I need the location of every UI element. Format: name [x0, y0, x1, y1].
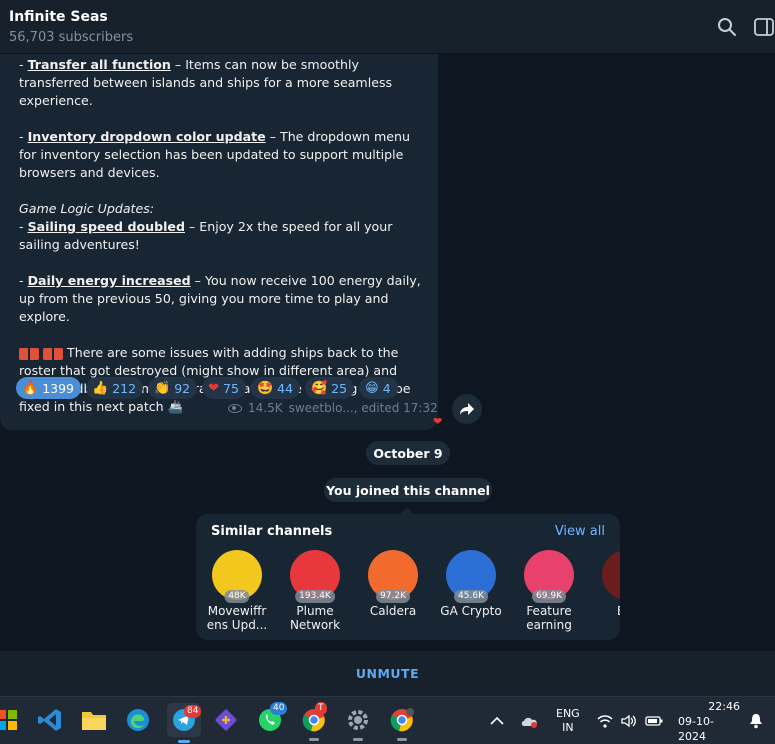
channel-member-count: 97.2K [376, 590, 410, 603]
channel-member-count: 69.9K [532, 590, 566, 603]
channel-avatar: 69.9K [524, 550, 574, 603]
reaction-emoji-icon: 🔥 [22, 380, 39, 396]
chrome-profile-icon[interactable] [387, 705, 417, 741]
similar-channel-item[interactable]: 48K Movewiffr ens Upd... [200, 550, 274, 632]
git-client-icon[interactable] [211, 705, 241, 735]
channel-avatar: 45.6K [446, 550, 496, 603]
whatsapp-icon[interactable]: 40 [255, 702, 288, 735]
notifications-bell-icon[interactable] [749, 697, 763, 744]
reaction-button[interactable]: 🤩 44 [250, 377, 301, 399]
channel-name: Feature earning [526, 604, 572, 632]
similar-channels-heading: Similar channels [211, 524, 333, 539]
edge-icon[interactable] [123, 705, 153, 735]
telegram-badge: 84 [184, 705, 202, 718]
clock-time: 22:46 [708, 699, 740, 713]
channel-name: Caldera [369, 604, 417, 618]
windows-taskbar: 84 40 T ENG IN 22:46 09-10-2024 [0, 696, 775, 744]
reaction-button[interactable]: ❤ 75 [202, 377, 246, 399]
similar-channel-item[interactable]: EthCr [590, 550, 620, 632]
feature-transfer-all: Transfer all function [27, 57, 171, 72]
start-icon[interactable] [0, 705, 22, 735]
chat-header: Infinite Seas 56,703 subscribers [0, 0, 775, 54]
warning-emoji-icon [19, 347, 39, 360]
feature-sailing-speed: Sailing speed doubled [27, 219, 185, 234]
subscriber-count: 56,703 subscribers [9, 30, 134, 45]
file-explorer-icon[interactable] [79, 705, 109, 735]
reaction-button[interactable]: 👍 212 [86, 377, 144, 399]
message-text: - Transfer all function – Items can now … [19, 57, 421, 414]
channel-avatar: 193.4K [290, 550, 340, 603]
reaction-count: 1399 [42, 380, 74, 396]
joined-channel-notice: You joined this channel [324, 478, 492, 502]
telegram-taskbar-icon[interactable]: 84 [167, 703, 202, 743]
similar-channel-item[interactable]: 97.2K Caldera [356, 550, 430, 618]
channel-title[interactable]: Infinite Seas [9, 9, 108, 25]
channel-avatar: 48K [212, 550, 262, 603]
reaction-emoji-icon: 👏 [154, 380, 171, 396]
channel-avatar [602, 550, 620, 600]
similar-channel-item[interactable]: 193.4K Plume Network [278, 550, 352, 632]
similar-channels-panel: Similar channels View all 48K Movewiffr en… [196, 514, 620, 640]
volume-icon[interactable] [621, 697, 637, 744]
reaction-button[interactable]: 👏 92 [148, 377, 198, 399]
reactions-bar: 🔥 1399 👍 212 👏 92 ❤ 75 🤩 44 🥰 25 😁 4 [16, 377, 398, 399]
show-hidden-icons[interactable] [490, 697, 504, 744]
reaction-button[interactable]: 🔥 1399 [16, 377, 81, 399]
channel-name: EthCr [590, 604, 620, 632]
sidebar-toggle-icon[interactable] [753, 16, 775, 38]
view-all-link[interactable]: View all [555, 524, 605, 539]
channel-member-count: 193.4K [295, 590, 335, 603]
reaction-button[interactable]: 🥰 25 [305, 377, 355, 399]
forward-button[interactable] [452, 394, 482, 424]
reaction-emoji-icon: 👍 [92, 380, 109, 396]
reaction-button[interactable]: 😁 4 [359, 377, 398, 399]
reaction-count: 4 [382, 380, 391, 396]
ship-emoji-icon: 🚢 [167, 399, 184, 414]
vscode-icon[interactable] [35, 705, 65, 735]
feature-inventory-dropdown: Inventory dropdown color update [27, 129, 266, 144]
reaction-emoji-icon: 🤩 [256, 380, 274, 396]
channel-avatar: 97.2K [368, 550, 418, 603]
warning-emoji-icon [43, 347, 64, 360]
reaction-emoji-icon: 🥰 [311, 380, 328, 396]
channel-name: GA Crypto [440, 604, 502, 618]
whatsapp-badge: 40 [270, 702, 288, 715]
forward-icon [460, 403, 474, 415]
onedrive-icon[interactable] [520, 697, 540, 744]
message-bubble[interactable]: - Transfer all function – Items can now … [0, 54, 438, 430]
reaction-count: 92 [174, 380, 191, 396]
unmute-button[interactable]: UNMUTE [0, 651, 775, 696]
feature-daily-energy: Daily energy increased [27, 273, 191, 288]
language-indicator[interactable]: ENG IN [556, 697, 580, 744]
message-meta: 14.5K sweetblo..., edited 17:32 [228, 401, 438, 415]
reaction-count: 44 [277, 380, 294, 396]
heart-reaction-icon: ❤ [433, 415, 443, 428]
wifi-icon[interactable] [597, 697, 613, 744]
chrome-icon[interactable]: T [299, 702, 329, 741]
search-icon[interactable] [716, 16, 738, 38]
section-title: Game Logic Updates: [19, 201, 155, 216]
channel-member-count: 45.6K [454, 590, 488, 603]
clock[interactable]: 22:46 09-10-2024 [678, 697, 740, 744]
reaction-count: 212 [112, 380, 137, 396]
reaction-emoji-icon: ❤ [208, 380, 220, 396]
views-eye-icon [228, 403, 242, 413]
similar-channel-item[interactable]: 69.9K Feature earning [512, 550, 586, 632]
chat-area[interactable]: - Transfer all function – Items can now … [0, 54, 775, 651]
battery-icon[interactable] [645, 697, 663, 744]
view-count: 14.5K [248, 401, 283, 415]
channel-name: Plume Network [289, 604, 341, 632]
similar-channel-item[interactable]: 45.6K GA Crypto [434, 550, 508, 618]
clock-date: 09-10-2024 [678, 714, 714, 743]
reaction-count: 25 [331, 380, 348, 396]
chrome-profile-badge: T [315, 702, 327, 715]
date-separator: October 9 [366, 441, 450, 465]
reaction-count: 75 [223, 380, 239, 396]
channel-member-count: 48K [224, 590, 250, 603]
settings-gear-icon[interactable] [343, 705, 373, 741]
author-edited: sweetblo..., edited 17:32 [288, 401, 438, 415]
reaction-emoji-icon: 😁 [365, 380, 379, 396]
channel-name: Movewiffr ens Upd... [206, 604, 268, 632]
